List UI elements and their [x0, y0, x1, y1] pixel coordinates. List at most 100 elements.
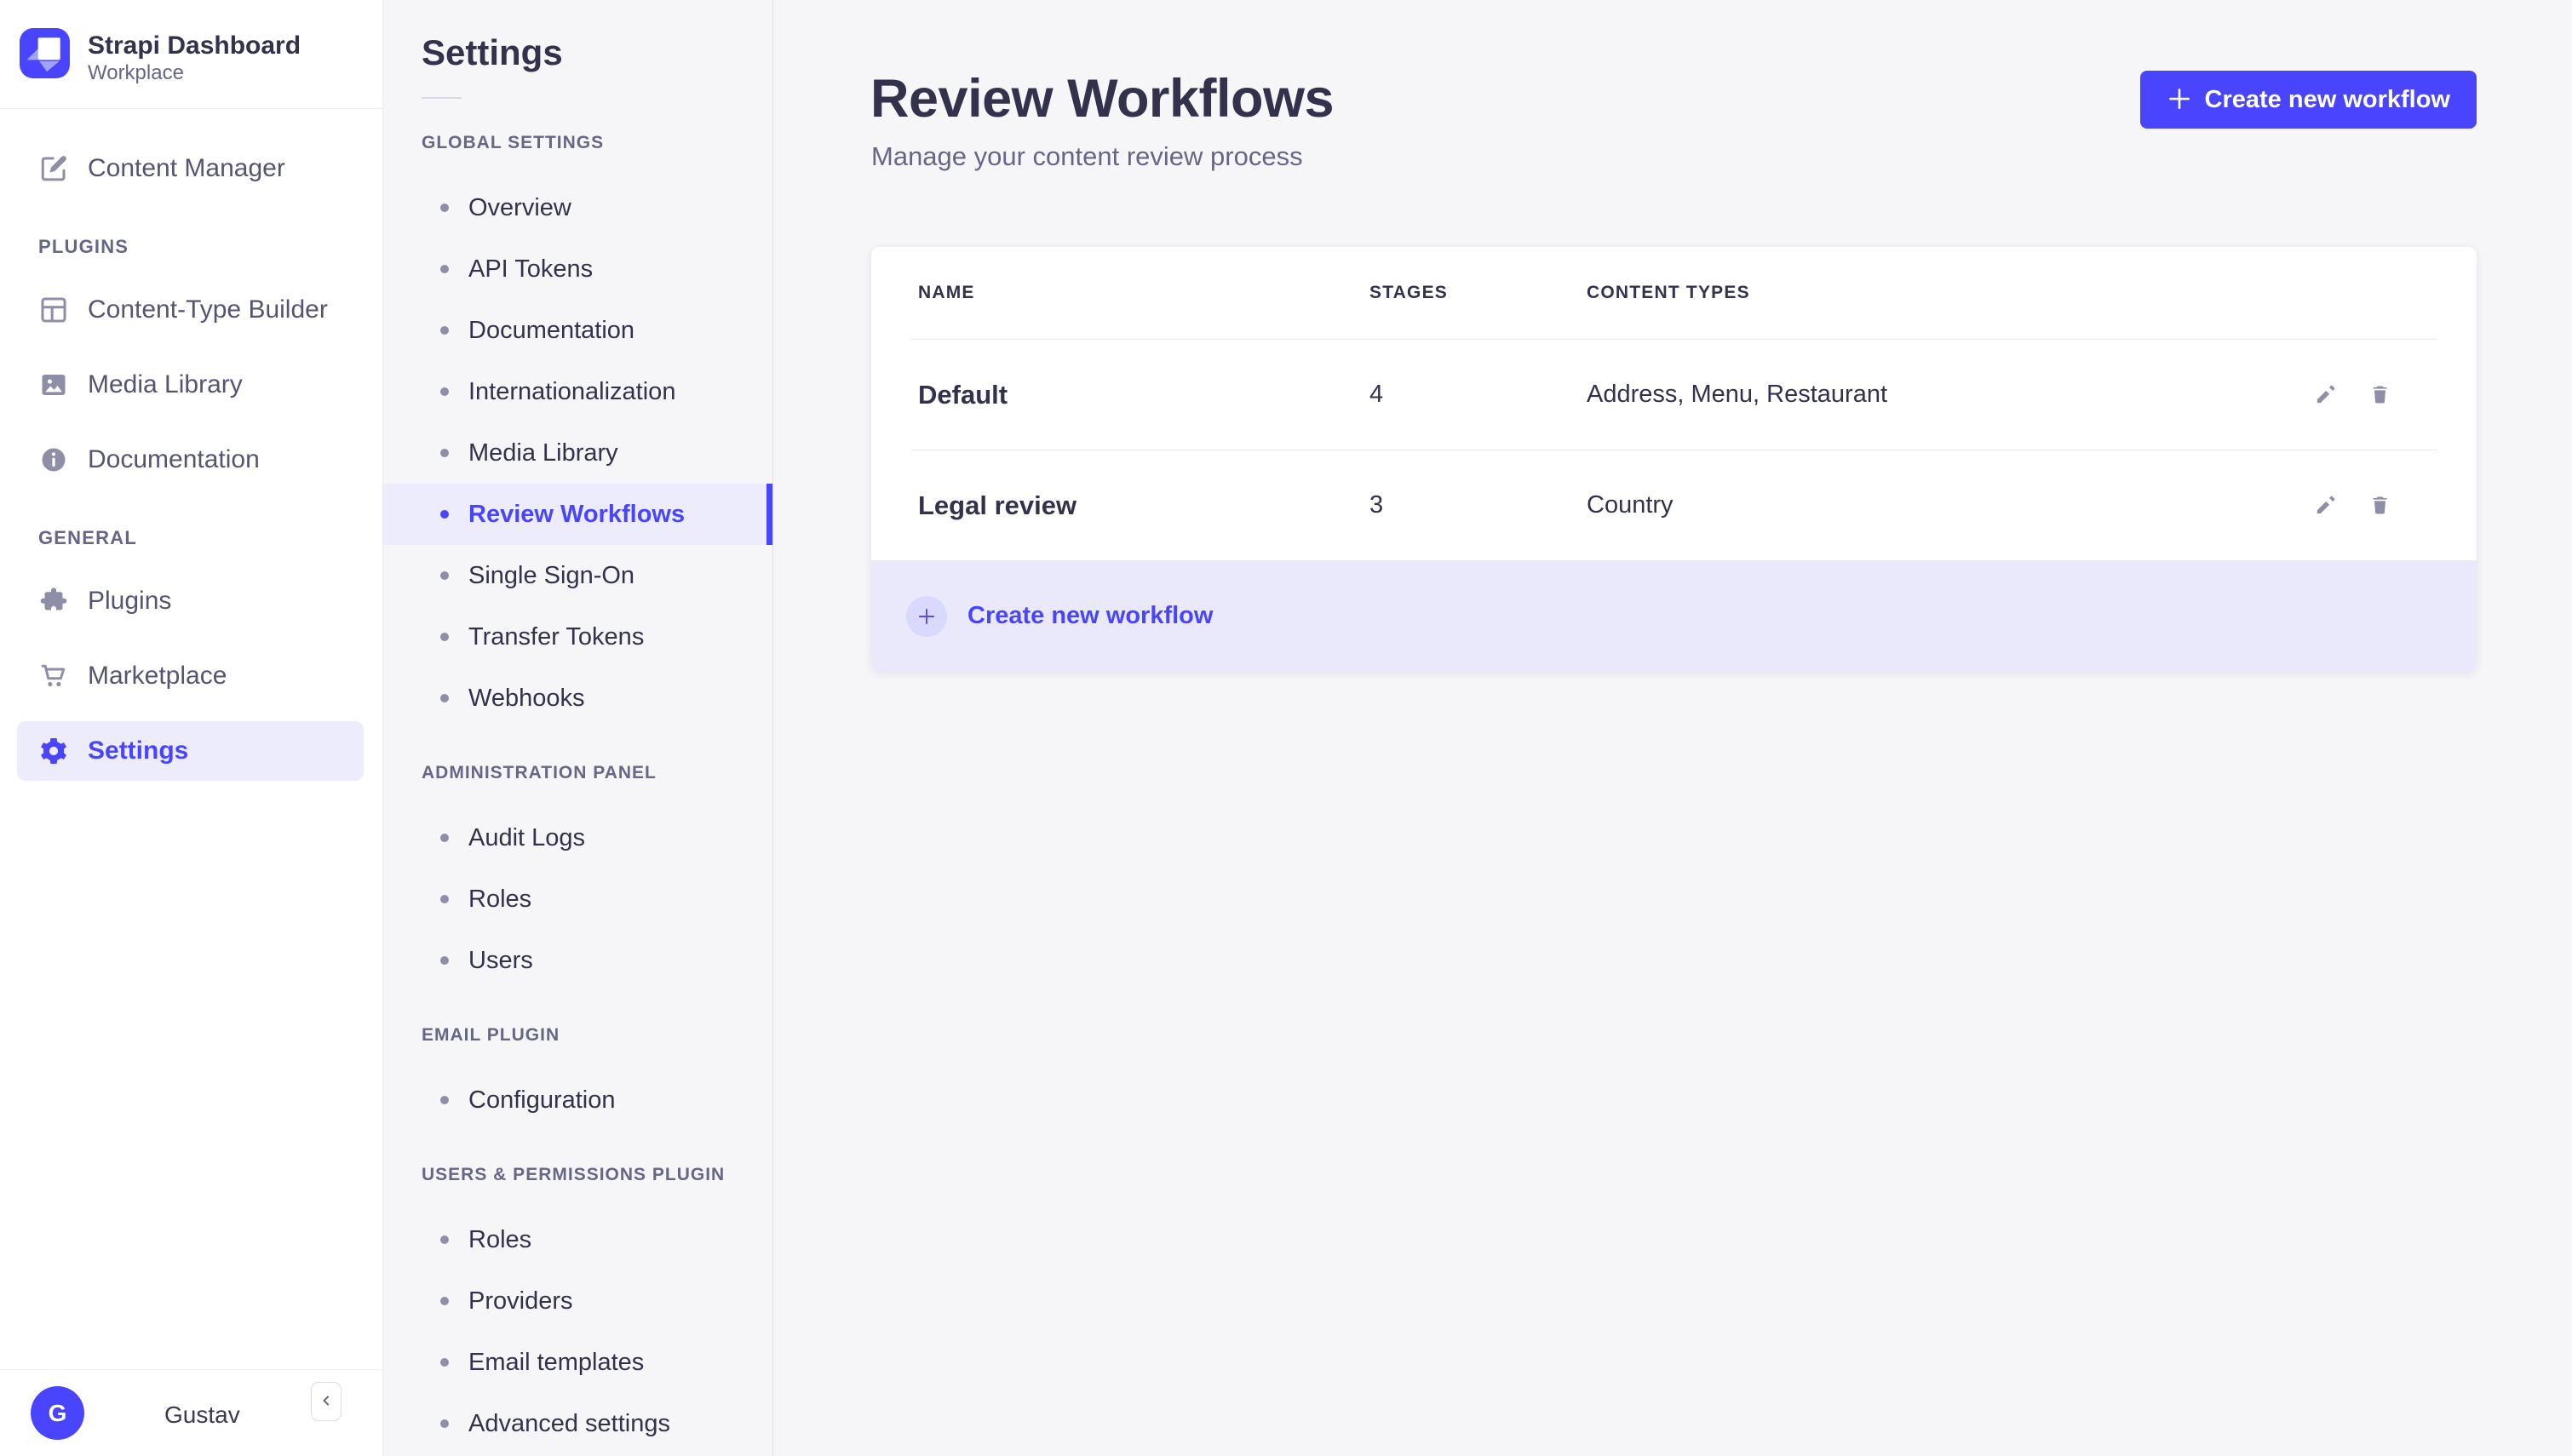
page-subtitle: Manage your content review process — [871, 141, 1303, 171]
bullet-icon — [440, 1096, 449, 1104]
edit-button[interactable] — [2314, 383, 2337, 406]
main-sidebar: Strapi Dashboard Workplace Content Manag… — [0, 0, 383, 1456]
trash-icon — [2368, 383, 2391, 406]
nav-section-label: PLUGINS — [38, 236, 129, 257]
main-content: Review Workflows Manage your content rev… — [773, 0, 2572, 1456]
table-header-row: NAME STAGES CONTENT TYPES — [871, 247, 2477, 339]
bullet-icon — [440, 1235, 449, 1244]
subnav-item-label: Webhooks — [468, 684, 585, 712]
sidebar-item-marketplace[interactable]: Marketplace — [17, 646, 364, 706]
workflow-name-cell: Legal review — [918, 490, 1077, 520]
pencil-icon — [2314, 494, 2337, 517]
subnav-item-label: Users — [468, 946, 533, 974]
subnav-item-webhooks[interactable]: Webhooks — [383, 668, 772, 729]
info-icon — [38, 444, 69, 475]
sidebar-item-label: Content Manager — [88, 154, 285, 182]
sidebar-item-media-library[interactable]: Media Library — [17, 355, 364, 415]
row-actions — [2221, 494, 2477, 517]
table-body: Default 4 Address, Menu, Restaurant Legal r… — [871, 339, 2477, 560]
subnav-item-label: Internationalization — [468, 377, 676, 405]
workspace-subtitle: Workplace — [88, 61, 184, 84]
sidebar-item-label: Content-Type Builder — [88, 295, 328, 324]
create-workflow-row[interactable]: Create new workflow — [871, 560, 2477, 672]
pencil-icon — [2314, 383, 2337, 406]
bullet-icon — [440, 956, 449, 965]
subnav-item-transfer-tokens[interactable]: Transfer Tokens — [383, 606, 772, 668]
subnav-title: Settings — [422, 32, 563, 72]
subnav-sections: GLOBAL SETTINGS Overview API Tokens Documen… — [383, 133, 772, 1454]
subnav-item-label: Audit Logs — [468, 823, 586, 851]
subnav-item-api-tokens[interactable]: API Tokens — [383, 238, 772, 300]
subnav-section-label: GLOBAL SETTINGS — [422, 133, 605, 152]
layout-icon — [38, 295, 69, 325]
workflow-name-cell: Default — [918, 379, 1008, 410]
subnav-item-internationalization[interactable]: Internationalization — [383, 361, 772, 422]
subnav-item-label: Roles — [468, 885, 532, 913]
bullet-icon — [440, 571, 449, 580]
subnav-item-audit-logs[interactable]: Audit Logs — [383, 807, 772, 868]
content-types-cell: Address, Menu, Restaurant — [1587, 381, 1888, 408]
subnav-item-label: Roles — [468, 1225, 532, 1253]
subnav-item-providers[interactable]: Providers — [383, 1270, 772, 1332]
bullet-icon — [440, 1419, 449, 1428]
subnav-item-label: Review Workflows — [468, 500, 686, 528]
subnav-item-review-workflows[interactable]: Review Workflows — [383, 484, 772, 545]
column-header-name: NAME — [918, 283, 975, 302]
sidebar-item-settings[interactable]: Settings — [17, 721, 364, 781]
workspace-title: Strapi Dashboard — [88, 32, 301, 60]
table-row[interactable]: Legal review 3 Country — [871, 450, 2477, 560]
user-avatar[interactable]: G — [31, 1386, 84, 1440]
bullet-icon — [440, 895, 449, 903]
subnav-item-configuration[interactable]: Configuration — [383, 1069, 772, 1131]
subnav-item-label: Advanced settings — [468, 1409, 670, 1437]
edit-button[interactable] — [2314, 494, 2337, 517]
subnav-item-roles[interactable]: Roles — [383, 1209, 772, 1270]
bullet-icon — [440, 510, 449, 519]
table-row[interactable]: Default 4 Address, Menu, Restaurant — [871, 340, 2477, 450]
main-nav-list: Content Manager PLUGINS Content-Type Build… — [0, 109, 382, 781]
user-name: Gustav — [164, 1402, 240, 1428]
subnav-item-email-templates[interactable]: Email templates — [383, 1332, 772, 1393]
subnav-item-label: Single Sign-On — [468, 561, 635, 589]
subnav-item-label: Media Library — [468, 439, 618, 467]
trash-icon — [2368, 494, 2391, 517]
collapse-sidebar-button[interactable] — [311, 1382, 342, 1421]
delete-button[interactable] — [2368, 383, 2391, 406]
subnav-item-documentation[interactable]: Documentation — [383, 300, 772, 361]
picture-icon — [38, 370, 69, 400]
sidebar-item-label: Marketplace — [88, 662, 227, 690]
workspace-header[interactable]: Strapi Dashboard Workplace — [0, 0, 382, 109]
page-title: Review Workflows — [870, 69, 1335, 129]
bullet-icon — [440, 1297, 449, 1305]
sidebar-item-documentation[interactable]: Documentation — [17, 430, 364, 490]
subnav-section-label: EMAIL PLUGIN — [422, 1025, 560, 1045]
subnav-section-label: ADMINISTRATION PANEL — [422, 763, 657, 782]
strapi-logo-icon — [20, 28, 70, 78]
subnav-item-overview[interactable]: Overview — [383, 177, 772, 238]
bullet-icon — [440, 1358, 449, 1367]
create-workflow-button-label: Create new workflow — [2204, 85, 2450, 113]
strapi-dashboard: Strapi Dashboard Workplace Content Manag… — [0, 0, 2572, 1456]
subnav-item-label: Transfer Tokens — [468, 622, 645, 651]
create-workflow-button[interactable]: Create new workflow — [2139, 71, 2477, 129]
subnav-item-users[interactable]: Users — [383, 930, 772, 991]
cart-icon — [38, 661, 69, 691]
sidebar-item-plugins[interactable]: Plugins — [17, 571, 364, 631]
settings-subnav: Settings GLOBAL SETTINGS Overview API Toke… — [383, 0, 773, 1456]
sidebar-item-content-manager[interactable]: Content Manager — [17, 139, 364, 198]
stages-cell: 4 — [1369, 381, 1384, 408]
sidebar-item-label: Settings — [88, 737, 189, 765]
sidebar-item-label: Media Library — [88, 370, 243, 398]
sidebar-item-content-type-builder[interactable]: Content-Type Builder — [17, 280, 364, 340]
subnav-item-roles[interactable]: Roles — [383, 868, 772, 930]
sidebar-footer: G Gustav — [0, 1369, 382, 1456]
subnav-item-media-library[interactable]: Media Library — [383, 422, 772, 484]
subnav-item-advanced-settings[interactable]: Advanced settings — [383, 1393, 772, 1454]
puzzle-icon — [38, 586, 69, 616]
bullet-icon — [440, 265, 449, 273]
plus-icon — [2167, 86, 2192, 114]
bullet-icon — [440, 633, 449, 641]
delete-button[interactable] — [2368, 494, 2391, 517]
subnav-title-divider — [422, 97, 462, 99]
subnav-item-single-sign-on[interactable]: Single Sign-On — [383, 545, 772, 606]
